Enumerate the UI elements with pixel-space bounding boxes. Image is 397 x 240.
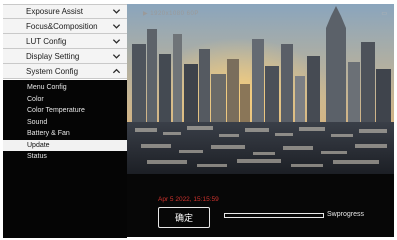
chevron-down-icon xyxy=(112,23,121,29)
preview-panel: ▶ 1920x1080 60P ▭ Apr 5 2022, 15:15:59 确… xyxy=(127,4,394,237)
submenu-item-status[interactable]: Status xyxy=(3,151,127,163)
submenu-item-menu-config[interactable]: Menu Config xyxy=(3,82,127,94)
menu-item-label: LUT Config xyxy=(26,36,67,46)
recording-info-text: ▶ 1920x1080 60P xyxy=(143,11,199,17)
confirm-button[interactable]: 确定 xyxy=(158,207,210,228)
datetime-text: Apr 5 2022, 15:15:59 xyxy=(158,196,219,203)
menu-item-focus-composition[interactable]: Focus&Composition xyxy=(3,19,127,34)
submenu-item-color-temperature[interactable]: Color Temperature xyxy=(3,105,127,117)
chevron-up-icon xyxy=(112,68,121,73)
chevron-down-icon xyxy=(112,38,121,44)
submenu-item-sound[interactable]: Sound xyxy=(3,117,127,129)
menu-item-display-setting[interactable]: Display Setting xyxy=(3,49,127,64)
menu-item-label: System Config xyxy=(26,66,79,76)
chevron-down-icon xyxy=(112,53,121,59)
city-skyline-image xyxy=(127,4,394,174)
menu-item-system-config[interactable]: System Config xyxy=(3,64,127,79)
progress-label: Swprogress xyxy=(327,211,364,218)
menu-item-label: Display Setting xyxy=(26,51,80,61)
main-menu: Exposure Assist Focus&Composition LUT Co… xyxy=(3,4,127,79)
monitor-ui: Exposure Assist Focus&Composition LUT Co… xyxy=(0,0,397,240)
update-progress-bar xyxy=(224,213,324,218)
submenu-item-battery-fan[interactable]: Battery & Fan xyxy=(3,128,127,140)
menu-item-label: Exposure Assist xyxy=(26,7,83,16)
submenu-item-color[interactable]: Color xyxy=(3,94,127,106)
system-config-submenu: Menu Config Color Color Temperature Soun… xyxy=(3,80,127,238)
menu-item-lut-config[interactable]: LUT Config xyxy=(3,34,127,49)
menu-item-exposure-assist[interactable]: Exposure Assist xyxy=(3,4,127,19)
menu-item-label: Focus&Composition xyxy=(26,21,98,31)
chevron-down-icon xyxy=(112,9,121,14)
submenu-item-update[interactable]: Update xyxy=(3,139,127,151)
battery-icon: ▭ xyxy=(381,11,387,17)
